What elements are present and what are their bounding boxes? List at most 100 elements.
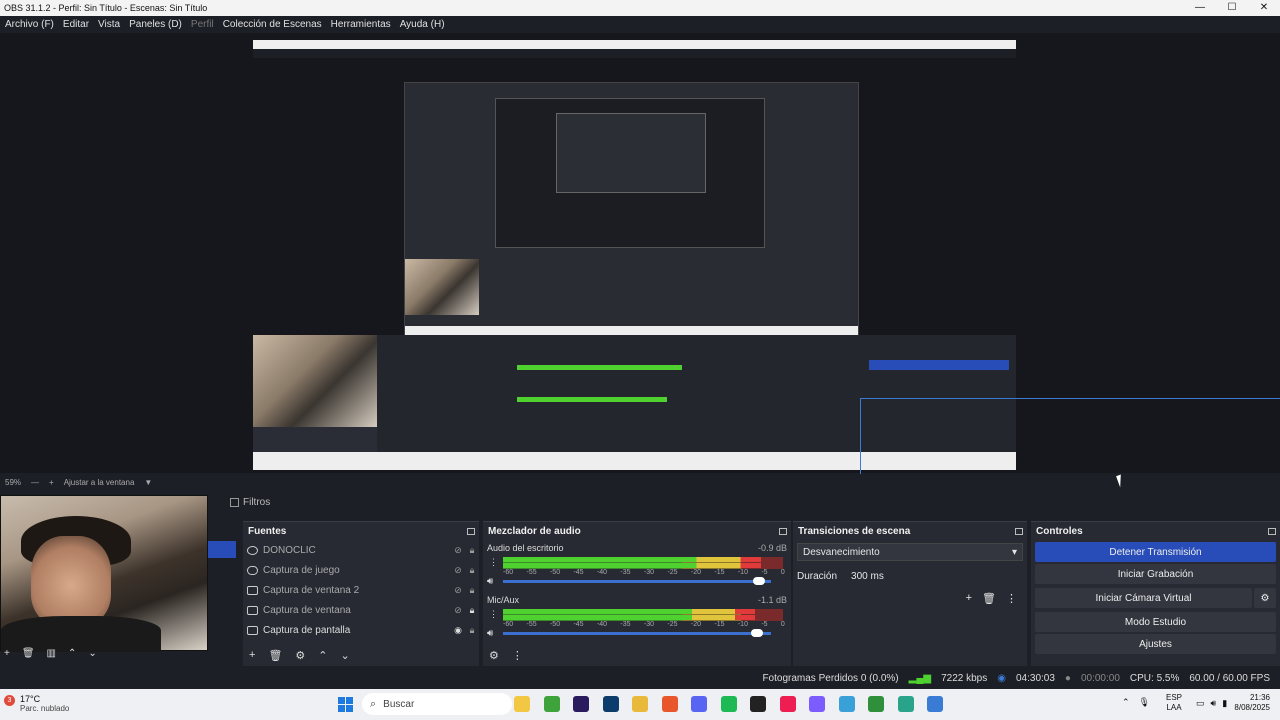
trash-icon[interactable]: 🗑 <box>22 648 35 659</box>
folder-icon[interactable] <box>632 696 648 712</box>
discord-icon[interactable] <box>691 696 707 712</box>
box-icon[interactable] <box>868 696 884 712</box>
chevron-up-icon[interactable]: ⌃ <box>1122 697 1130 708</box>
menu-archivo[interactable]: Archivo (F) <box>5 19 54 30</box>
speaker-icon[interactable]: 🔊︎ <box>1211 698 1217 709</box>
studio-mode-button[interactable]: Modo Estudio <box>1035 612 1276 632</box>
duration-input[interactable]: 300 ms <box>847 567 1018 585</box>
snip-icon[interactable] <box>838 696 855 712</box>
meter-level <box>503 609 755 614</box>
tab-filtros[interactable]: Filtros <box>230 497 270 508</box>
explorer-icon[interactable] <box>514 696 530 712</box>
fit-window-label[interactable]: Ajustar a la ventana <box>64 478 135 487</box>
menu-perfil[interactable]: Perfil <box>191 19 214 30</box>
zoom-in-button[interactable]: + <box>49 478 54 487</box>
undock-icon[interactable] <box>1268 527 1276 535</box>
start-virtual-camera-button[interactable]: Iniciar Cámara Virtual <box>1035 588 1252 608</box>
source-item[interactable]: DONOCLIC ⊘ 🔒︎ <box>243 540 479 560</box>
stop-streaming-button[interactable]: Detener Transmisión <box>1035 542 1276 562</box>
lock-icon[interactable]: 🔒︎ <box>465 605 479 616</box>
remove-source-button[interactable]: 🗑 <box>268 649 282 662</box>
mic-icon[interactable]: 🎙︎ <box>1139 697 1150 708</box>
selected-scene-item[interactable] <box>208 541 236 558</box>
clock[interactable]: 21:36 8/08/2025 <box>1234 693 1270 713</box>
source-item[interactable]: Captura de pantalla ◉ 🔒︎ <box>243 620 479 640</box>
volume-knob[interactable] <box>753 577 765 585</box>
taskbar-search[interactable]: ⌕ Buscar <box>362 693 512 715</box>
move-up-button[interactable]: ⌃ <box>68 648 76 659</box>
windows-start-icon[interactable] <box>338 697 353 712</box>
spotify-icon[interactable] <box>720 696 737 712</box>
hidden-eye-icon[interactable]: ⊘ <box>451 565 465 576</box>
move-up-button[interactable]: ⌃ <box>318 649 327 662</box>
menu-paneles[interactable]: Paneles (D) <box>129 19 182 30</box>
move-down-button[interactable]: ⌄ <box>341 649 350 662</box>
start-recording-button[interactable]: Iniciar Grabación <box>1035 564 1276 584</box>
trash-icon[interactable]: 🗑 <box>982 592 996 605</box>
brave-icon[interactable] <box>661 696 678 712</box>
lock-icon[interactable]: 🔒︎ <box>465 585 479 596</box>
kebab-menu-icon[interactable]: ⋮ <box>489 609 498 620</box>
duration-label: Duración <box>797 570 838 582</box>
close-button[interactable]: ✕ <box>1248 0 1280 16</box>
menu-editar[interactable]: Editar <box>63 19 89 30</box>
tick: -20 <box>690 621 701 628</box>
channel-db: -1.1 dB <box>757 595 787 605</box>
lock-icon[interactable]: 🔒︎ <box>465 565 479 576</box>
move-down-button[interactable]: ⌄ <box>88 648 96 659</box>
source-item[interactable]: Captura de ventana 2 ⊘ 🔒︎ <box>243 580 479 600</box>
speaker-icon[interactable]: 🔊︎ <box>487 576 493 587</box>
volume-knob[interactable] <box>751 629 763 637</box>
undock-icon[interactable] <box>779 527 787 535</box>
weather-widget[interactable]: 17°C Parc. nublado <box>20 694 69 714</box>
speaker-icon[interactable]: 🔊︎ <box>487 628 493 639</box>
weather-temp: 17°C <box>20 694 41 704</box>
calc-icon[interactable] <box>927 696 943 712</box>
source-item[interactable]: Captura de juego ⊘ 🔒︎ <box>243 560 479 580</box>
eye-icon[interactable]: ◉ <box>451 625 465 636</box>
tick: -55 <box>526 621 537 628</box>
maximize-button[interactable]: ☐ <box>1216 0 1248 16</box>
gear-icon[interactable]: ⚙ <box>1254 588 1276 608</box>
language-indicator[interactable]: ESP LAA <box>1166 693 1182 713</box>
tiktok-icon[interactable] <box>779 696 796 712</box>
undock-icon[interactable] <box>467 527 475 535</box>
menu-vista[interactable]: Vista <box>98 19 120 30</box>
transition-select[interactable]: Desvanecimiento ▾ <box>797 543 1023 561</box>
menu-coleccion-escenas[interactable]: Colección de Escenas <box>223 19 322 30</box>
kebab-menu-icon[interactable]: ⋮ <box>512 649 523 662</box>
volume-slider[interactable] <box>503 629 771 637</box>
add-source-button[interactable]: + <box>249 649 255 662</box>
volume-slider[interactable] <box>503 577 771 585</box>
hidden-eye-icon[interactable]: ⊘ <box>451 605 465 616</box>
scene-filter-button[interactable]: ▥ <box>47 648 56 659</box>
menu-herramientas[interactable]: Herramientas <box>331 19 391 30</box>
hidden-eye-icon[interactable]: ⊘ <box>451 585 465 596</box>
photoshop-icon[interactable] <box>602 696 619 712</box>
menu-ayuda[interactable]: Ayuda (H) <box>400 19 445 30</box>
chevron-down-icon[interactable]: ▼ <box>144 478 152 487</box>
settings-button[interactable]: Ajustes <box>1035 634 1276 654</box>
hidden-eye-icon[interactable]: ⊘ <box>451 545 465 556</box>
kebab-menu-icon[interactable]: ⋮ <box>1006 592 1017 605</box>
controls-header: Controles <box>1031 522 1280 540</box>
premiere-icon[interactable] <box>573 696 589 712</box>
source-item[interactable]: Captura de ventana ⊘ 🔒︎ <box>243 600 479 620</box>
obs-icon[interactable] <box>750 696 766 712</box>
minimize-button[interactable]: — <box>1184 0 1216 16</box>
minecraft-icon[interactable] <box>543 696 560 712</box>
source-properties-button[interactable]: ⚙ <box>295 649 305 662</box>
add-transition-button[interactable]: + <box>966 592 972 605</box>
lock-icon[interactable]: 🔒︎ <box>465 545 479 556</box>
lock-icon[interactable]: 🔒︎ <box>465 625 479 636</box>
add-scene-button[interactable]: + <box>4 648 10 659</box>
gear-icon[interactable]: ⚙ <box>489 649 499 662</box>
zoom-out-button[interactable]: — <box>31 478 39 487</box>
preview-canvas[interactable] <box>253 40 1016 470</box>
kebab-menu-icon[interactable]: ⋮ <box>489 557 498 568</box>
app-icon[interactable] <box>809 696 825 712</box>
undock-icon[interactable] <box>1015 527 1023 535</box>
monitor-icon[interactable]: ▭ <box>1196 698 1205 709</box>
notes-icon[interactable] <box>897 696 914 712</box>
battery-icon[interactable]: ▮ <box>1222 698 1227 709</box>
